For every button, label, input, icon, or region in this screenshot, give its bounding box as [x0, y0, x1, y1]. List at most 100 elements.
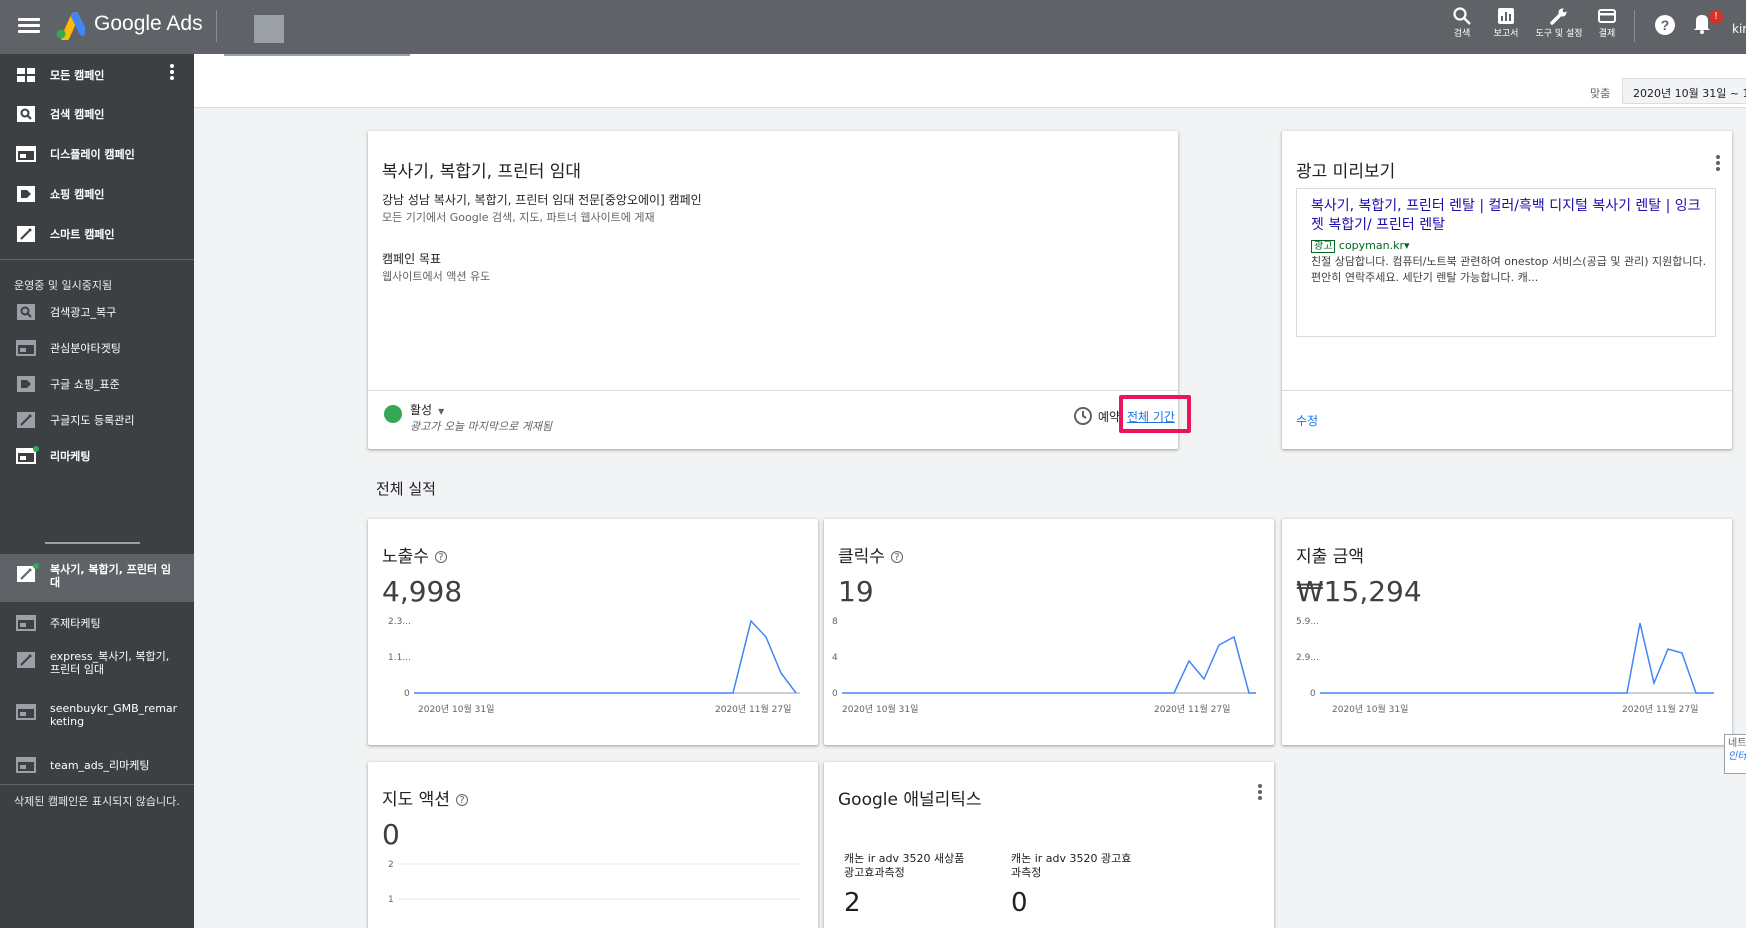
section-title: 운영중 및 일시중지됨 [14, 279, 113, 292]
sidebar-campaign-item[interactable]: 리마케팅 [0, 440, 194, 472]
metric-label: 지도 액션 [382, 790, 450, 810]
campaign-sidebar: 모든 캠페인 검색 캠페인 디스플레이 캠페인 쇼핑 캠페인 스마트 캠페인 운… [0, 54, 194, 928]
reports-icon [1498, 8, 1514, 24]
date-range-picker[interactable]: 2020년 10월 31일 ~ 11 [1622, 78, 1746, 104]
x-tick-label: 2020년 11월 27일 [715, 703, 791, 715]
more-vert-icon[interactable] [1716, 155, 1720, 171]
sidebar-campaign-item[interactable]: seenbuykr_GMB_remarketing [0, 696, 194, 740]
help-icon[interactable]: ? [455, 794, 468, 806]
display-campaign-icon [16, 340, 36, 356]
help-icon[interactable]: ? [890, 551, 903, 563]
goal-value: 0 [1011, 888, 1028, 918]
sidebar-item-shopping-campaigns[interactable]: 쇼핑 캠페인 [0, 175, 194, 213]
credit-card-icon [1598, 9, 1616, 23]
main-content: 맞춤 2020년 10월 31일 ~ 11 복사기, 복합기, 프린터 임대 강… [194, 54, 1746, 928]
ad-badge: 광고 [1311, 240, 1336, 253]
ad-url-line: 광고 copyman.kr▾ [1311, 237, 1410, 253]
sidebar-campaign-item[interactable]: 구글 쇼핑_표준 [0, 368, 194, 400]
user-account[interactable]: kir [1732, 22, 1746, 36]
divider [0, 259, 194, 260]
sidebar-item-all-campaigns[interactable]: 모든 캠페인 [0, 58, 194, 92]
divider [1634, 10, 1635, 42]
y-tick-label: 8 [832, 617, 838, 627]
clicks-sparkline: 8 4 0 2020년 10월 31일 2020년 11월 27일 [832, 617, 1256, 715]
ad-preview-card: 광고 미리보기 복사기, 복합기, 프린터 렌탈 | 컬러/흑백 디지털 복사기… [1282, 131, 1732, 449]
clicks-card[interactable]: 클릭수? 19 8 4 0 2020년 10월 31일 2020년 11월 27… [824, 519, 1274, 745]
grid-icon [17, 68, 35, 82]
sidebar-campaign-item[interactable]: express_복사기, 복합기, 프린터 임대 [0, 644, 194, 688]
wrench-icon [1550, 8, 1567, 25]
more-vert-icon[interactable] [170, 64, 174, 80]
sidebar-item-display-campaigns[interactable]: 디스플레이 캠페인 [0, 135, 194, 173]
display-campaign-icon [16, 146, 36, 162]
sidebar-campaign-item[interactable]: 검색광고_복구 [0, 296, 194, 328]
billing-nav-label: 결제 [1598, 29, 1616, 39]
metric-value: 19 [838, 575, 874, 608]
metric-title: 지출 금액 [1296, 542, 1364, 567]
magic-wand-icon [17, 412, 35, 428]
metric-label: 클릭수 [838, 547, 885, 567]
magic-wand-icon [17, 566, 35, 582]
cost-card[interactable]: 지출 금액 ₩15,294 5.9... 2.9... 0 2020년 10월 … [1282, 519, 1732, 745]
ad-headline[interactable]: 복사기, 복합기, 프린터 렌탈 | 컬러/흑백 디지털 복사기 렌탈 | 잉크… [1311, 197, 1707, 235]
edit-ad-link[interactable]: 수정 [1296, 412, 1318, 429]
sidebar-campaign-item[interactable]: 구글지도 등록관리 [0, 404, 194, 436]
svg-text:?: ? [1661, 17, 1670, 33]
active-dot [33, 563, 39, 569]
campaign-label: 주제타케팅 [50, 617, 101, 630]
active-dot [33, 446, 39, 452]
sidebar-campaign-item[interactable]: 관심분야타겟팅 [0, 332, 194, 364]
tag-icon [17, 186, 35, 202]
schedule-value-link[interactable]: 전체 기간 [1127, 408, 1175, 425]
ad-preview-frame: 복사기, 복합기, 프린터 렌탈 | 컬러/흑백 디지털 복사기 렌탈 | 잉크… [1296, 188, 1716, 337]
billing-nav-button[interactable]: 결제 [1575, 6, 1639, 39]
impressions-card[interactable]: 노출수? 4,998 2.3... 1.1... 0 2020년 10월 31일… [368, 519, 818, 745]
goal-value: 2 [844, 888, 861, 918]
brand-name: Google Ads [94, 12, 203, 35]
metric-label: 노출수 [382, 547, 429, 567]
y-tick-label: 0 [1310, 689, 1316, 699]
notification-badge: ! [1709, 10, 1723, 24]
campaign-description: 모든 기기에서 Google 검색, 지도, 파트너 웹사이트에 게재 [382, 211, 655, 224]
help-icon[interactable]: ? [434, 551, 447, 563]
y-tick-label: 2 [388, 860, 394, 870]
sidebar-item-smart-campaigns[interactable]: 스마트 캠페인 [0, 215, 194, 253]
sidebar-item-label: 디스플레이 캠페인 [50, 148, 135, 161]
account-selector[interactable] [254, 15, 284, 43]
campaign-label: 검색광고_복구 [50, 306, 117, 319]
divider [216, 10, 217, 42]
analytics-card[interactable]: Google 애널리틱스 캐논 ir adv 3520 새상품 광고효과측정 2… [824, 762, 1274, 928]
goal-label: 캐논 ir adv 3520 광고효과측정 [1011, 852, 1132, 879]
tooltip-line: 네트 [1728, 738, 1746, 749]
campaign-label: 관심분야타겟팅 [50, 342, 121, 355]
magic-wand-icon [17, 226, 35, 242]
status-dropdown[interactable]: 활성 ▼ [410, 401, 444, 418]
sidebar-campaign-item[interactable]: 주제타케팅 [0, 606, 194, 640]
search-icon [1453, 7, 1471, 25]
range-type-label: 맞춤 [1590, 87, 1611, 100]
impressions-line [414, 619, 797, 694]
sidebar-item-label: 모든 캠페인 [50, 69, 105, 82]
x-tick-label: 2020년 10월 31일 [842, 703, 918, 715]
goal-label: 캐논 ir adv 3520 새상품 광고효과측정 [844, 852, 965, 879]
ad-url: copyman.kr [1338, 239, 1404, 252]
cost-line [1320, 622, 1714, 694]
overall-performance-title: 전체 실적 [376, 480, 436, 498]
more-vert-icon[interactable] [1258, 784, 1262, 800]
sidebar-campaign-item-selected[interactable]: 복사기, 복합기, 프린터 임대 [0, 554, 194, 602]
divider [0, 784, 194, 785]
search-campaign-icon [17, 304, 35, 320]
active-status-icon [384, 405, 402, 423]
y-tick-label: 2.9... [1296, 653, 1319, 663]
map-actions-card[interactable]: 지도 액션? 0 2 1 [368, 762, 818, 928]
sidebar-item-search-campaigns[interactable]: 검색 캠페인 [0, 95, 194, 133]
campaign-label: 구글지도 등록관리 [50, 414, 135, 427]
tooltip-line: 인터 [1728, 751, 1746, 762]
menu-icon[interactable] [18, 15, 40, 37]
campaign-label: 복사기, 복합기, 프린터 임대 [50, 563, 172, 589]
dropdown-arrow-icon: ▾ [1404, 239, 1410, 252]
divider [368, 390, 1178, 391]
help-icon[interactable]: ? [1654, 14, 1676, 36]
metric-value: 0 [382, 818, 400, 851]
sidebar-campaign-item[interactable]: team_ads_리마케팅 [0, 748, 194, 782]
